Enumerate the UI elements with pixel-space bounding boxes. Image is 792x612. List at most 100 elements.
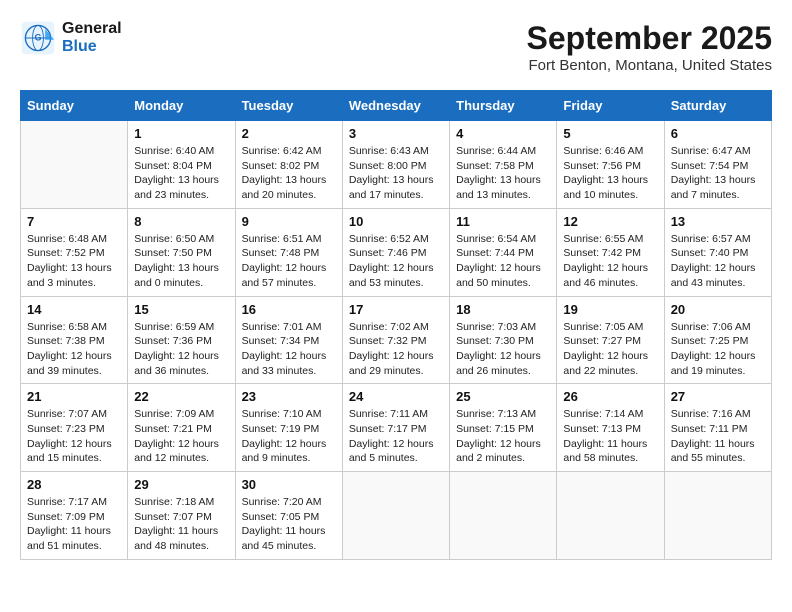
calendar-week-row: 28 Sunrise: 7:17 AM Sunset: 7:09 PM Dayli… xyxy=(21,472,772,560)
calendar-cell: 21 Sunrise: 7:07 AM Sunset: 7:23 PM Dayli… xyxy=(21,384,128,472)
day-info: Sunrise: 7:18 AM Sunset: 7:07 PM Dayligh… xyxy=(134,495,228,554)
calendar-cell: 10 Sunrise: 6:52 AM Sunset: 7:46 PM Dayli… xyxy=(342,208,449,296)
day-info: Sunrise: 7:05 AM Sunset: 7:27 PM Dayligh… xyxy=(563,320,657,379)
day-number: 21 xyxy=(27,389,121,404)
day-number: 18 xyxy=(456,302,550,317)
day-number: 24 xyxy=(349,389,443,404)
calendar-cell: 27 Sunrise: 7:16 AM Sunset: 7:11 PM Dayli… xyxy=(664,384,771,472)
weekday-header: Thursday xyxy=(450,91,557,121)
day-number: 16 xyxy=(242,302,336,317)
day-info: Sunrise: 7:06 AM Sunset: 7:25 PM Dayligh… xyxy=(671,320,765,379)
calendar-cell xyxy=(450,472,557,560)
day-info: Sunrise: 6:42 AM Sunset: 8:02 PM Dayligh… xyxy=(242,144,336,203)
day-number: 15 xyxy=(134,302,228,317)
day-number: 26 xyxy=(563,389,657,404)
day-info: Sunrise: 6:58 AM Sunset: 7:38 PM Dayligh… xyxy=(27,320,121,379)
day-info: Sunrise: 6:55 AM Sunset: 7:42 PM Dayligh… xyxy=(563,232,657,291)
day-info: Sunrise: 7:01 AM Sunset: 7:34 PM Dayligh… xyxy=(242,320,336,379)
logo-text: General Blue xyxy=(62,20,122,56)
weekday-header: Friday xyxy=(557,91,664,121)
page-header: G General Blue September 2025 Fort Bento… xyxy=(20,20,772,74)
calendar-cell: 12 Sunrise: 6:55 AM Sunset: 7:42 PM Dayli… xyxy=(557,208,664,296)
day-number: 27 xyxy=(671,389,765,404)
day-number: 9 xyxy=(242,214,336,229)
day-number: 11 xyxy=(456,214,550,229)
day-info: Sunrise: 7:16 AM Sunset: 7:11 PM Dayligh… xyxy=(671,407,765,466)
day-info: Sunrise: 6:54 AM Sunset: 7:44 PM Dayligh… xyxy=(456,232,550,291)
day-number: 13 xyxy=(671,214,765,229)
day-number: 3 xyxy=(349,126,443,141)
calendar-cell: 30 Sunrise: 7:20 AM Sunset: 7:05 PM Dayli… xyxy=(235,472,342,560)
calendar-cell: 23 Sunrise: 7:10 AM Sunset: 7:19 PM Dayli… xyxy=(235,384,342,472)
day-number: 29 xyxy=(134,477,228,492)
calendar-cell: 29 Sunrise: 7:18 AM Sunset: 7:07 PM Dayli… xyxy=(128,472,235,560)
calendar-cell: 11 Sunrise: 6:54 AM Sunset: 7:44 PM Dayli… xyxy=(450,208,557,296)
day-info: Sunrise: 6:51 AM Sunset: 7:48 PM Dayligh… xyxy=(242,232,336,291)
calendar-cell: 25 Sunrise: 7:13 AM Sunset: 7:15 PM Dayli… xyxy=(450,384,557,472)
weekday-header: Wednesday xyxy=(342,91,449,121)
calendar-week-row: 21 Sunrise: 7:07 AM Sunset: 7:23 PM Dayli… xyxy=(21,384,772,472)
day-number: 25 xyxy=(456,389,550,404)
day-info: Sunrise: 7:13 AM Sunset: 7:15 PM Dayligh… xyxy=(456,407,550,466)
day-info: Sunrise: 7:20 AM Sunset: 7:05 PM Dayligh… xyxy=(242,495,336,554)
day-number: 4 xyxy=(456,126,550,141)
calendar-week-row: 1Sunrise: 6:40 AM Sunset: 8:04 PM Daylig… xyxy=(21,121,772,209)
calendar-cell: 3 Sunrise: 6:43 AM Sunset: 8:00 PM Daylig… xyxy=(342,121,449,209)
day-number: 22 xyxy=(134,389,228,404)
calendar-cell: 9 Sunrise: 6:51 AM Sunset: 7:48 PM Daylig… xyxy=(235,208,342,296)
day-info: Sunrise: 6:47 AM Sunset: 7:54 PM Dayligh… xyxy=(671,144,765,203)
day-info: Sunrise: 7:07 AM Sunset: 7:23 PM Dayligh… xyxy=(27,407,121,466)
calendar-cell: 24Sunrise: 7:11 AM Sunset: 7:17 PM Dayli… xyxy=(342,384,449,472)
calendar-cell xyxy=(664,472,771,560)
day-info: Sunrise: 7:17 AM Sunset: 7:09 PM Dayligh… xyxy=(27,495,121,554)
weekday-header: Sunday xyxy=(21,91,128,121)
day-info: Sunrise: 7:10 AM Sunset: 7:19 PM Dayligh… xyxy=(242,407,336,466)
logo: G General Blue xyxy=(20,20,122,56)
day-info: Sunrise: 6:46 AM Sunset: 7:56 PM Dayligh… xyxy=(563,144,657,203)
day-info: Sunrise: 6:43 AM Sunset: 8:00 PM Dayligh… xyxy=(349,144,443,203)
day-info: Sunrise: 7:14 AM Sunset: 7:13 PM Dayligh… xyxy=(563,407,657,466)
day-info: Sunrise: 6:57 AM Sunset: 7:40 PM Dayligh… xyxy=(671,232,765,291)
calendar-cell: 13 Sunrise: 6:57 AM Sunset: 7:40 PM Dayli… xyxy=(664,208,771,296)
weekday-header: Saturday xyxy=(664,91,771,121)
logo-icon: G xyxy=(20,20,56,56)
calendar-cell: 20 Sunrise: 7:06 AM Sunset: 7:25 PM Dayli… xyxy=(664,296,771,384)
calendar-cell: 18 Sunrise: 7:03 AM Sunset: 7:30 PM Dayli… xyxy=(450,296,557,384)
day-number: 8 xyxy=(134,214,228,229)
calendar-cell: 26 Sunrise: 7:14 AM Sunset: 7:13 PM Dayli… xyxy=(557,384,664,472)
day-number: 20 xyxy=(671,302,765,317)
calendar-table: SundayMondayTuesdayWednesdayThursdayFrid… xyxy=(20,90,772,560)
calendar-cell: 8 Sunrise: 6:50 AM Sunset: 7:50 PM Daylig… xyxy=(128,208,235,296)
day-number: 10 xyxy=(349,214,443,229)
calendar-cell: 14 Sunrise: 6:58 AM Sunset: 7:38 PM Dayli… xyxy=(21,296,128,384)
day-info: Sunrise: 6:50 AM Sunset: 7:50 PM Dayligh… xyxy=(134,232,228,291)
day-number: 30 xyxy=(242,477,336,492)
day-number: 14 xyxy=(27,302,121,317)
day-number: 17 xyxy=(349,302,443,317)
day-number: 12 xyxy=(563,214,657,229)
calendar-cell: 1Sunrise: 6:40 AM Sunset: 8:04 PM Daylig… xyxy=(128,121,235,209)
calendar-cell: 19 Sunrise: 7:05 AM Sunset: 7:27 PM Dayli… xyxy=(557,296,664,384)
day-info: Sunrise: 6:40 AM Sunset: 8:04 PM Dayligh… xyxy=(134,144,228,203)
calendar-cell: 6 Sunrise: 6:47 AM Sunset: 7:54 PM Daylig… xyxy=(664,121,771,209)
calendar-header-row: SundayMondayTuesdayWednesdayThursdayFrid… xyxy=(21,91,772,121)
calendar-cell: 16 Sunrise: 7:01 AM Sunset: 7:34 PM Dayli… xyxy=(235,296,342,384)
svg-text:G: G xyxy=(34,32,41,42)
day-info: Sunrise: 6:52 AM Sunset: 7:46 PM Dayligh… xyxy=(349,232,443,291)
day-number: 7 xyxy=(27,214,121,229)
calendar-cell: 15 Sunrise: 6:59 AM Sunset: 7:36 PM Dayli… xyxy=(128,296,235,384)
calendar-cell: 22 Sunrise: 7:09 AM Sunset: 7:21 PM Dayli… xyxy=(128,384,235,472)
calendar-week-row: 14 Sunrise: 6:58 AM Sunset: 7:38 PM Dayli… xyxy=(21,296,772,384)
month-title: September 2025 xyxy=(527,20,772,57)
calendar-cell xyxy=(21,121,128,209)
day-info: Sunrise: 7:09 AM Sunset: 7:21 PM Dayligh… xyxy=(134,407,228,466)
title-block: September 2025 Fort Benton, Montana, Uni… xyxy=(527,20,772,74)
calendar-cell xyxy=(557,472,664,560)
day-number: 28 xyxy=(27,477,121,492)
day-info: Sunrise: 6:59 AM Sunset: 7:36 PM Dayligh… xyxy=(134,320,228,379)
calendar-cell: 4Sunrise: 6:44 AM Sunset: 7:58 PM Daylig… xyxy=(450,121,557,209)
day-number: 19 xyxy=(563,302,657,317)
day-info: Sunrise: 7:03 AM Sunset: 7:30 PM Dayligh… xyxy=(456,320,550,379)
day-number: 6 xyxy=(671,126,765,141)
day-number: 23 xyxy=(242,389,336,404)
